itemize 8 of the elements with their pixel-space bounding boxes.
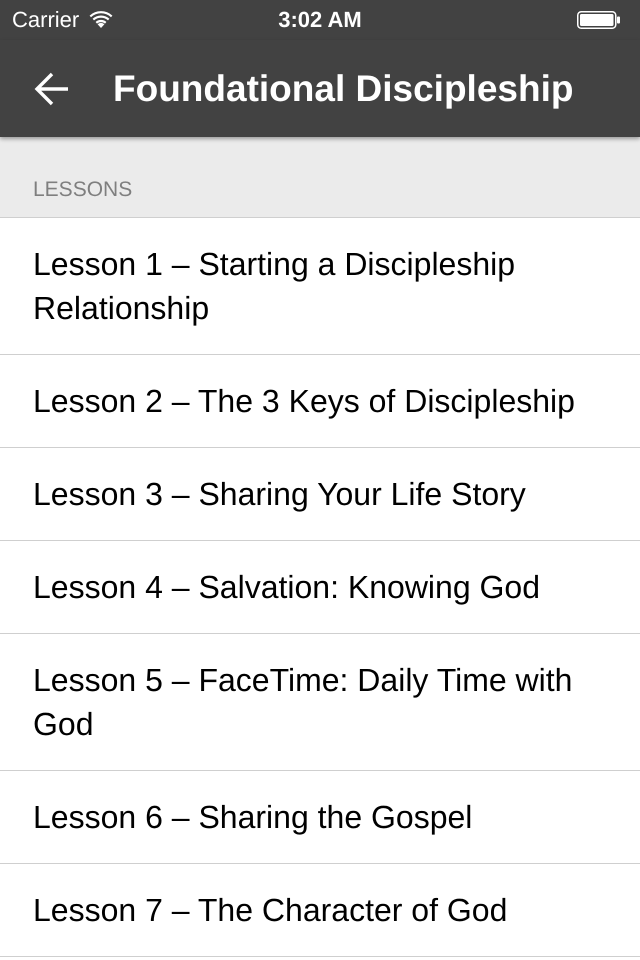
battery-icon [577,11,620,29]
carrier-name: Carrier [12,7,80,33]
back-arrow-icon [34,72,70,106]
back-button[interactable] [34,72,70,106]
status-time: 3:02 AM [278,7,362,33]
section-header: LESSONS [33,177,132,203]
screen-title: Foundational Discipleship [113,66,574,110]
wifi-icon [89,10,114,28]
